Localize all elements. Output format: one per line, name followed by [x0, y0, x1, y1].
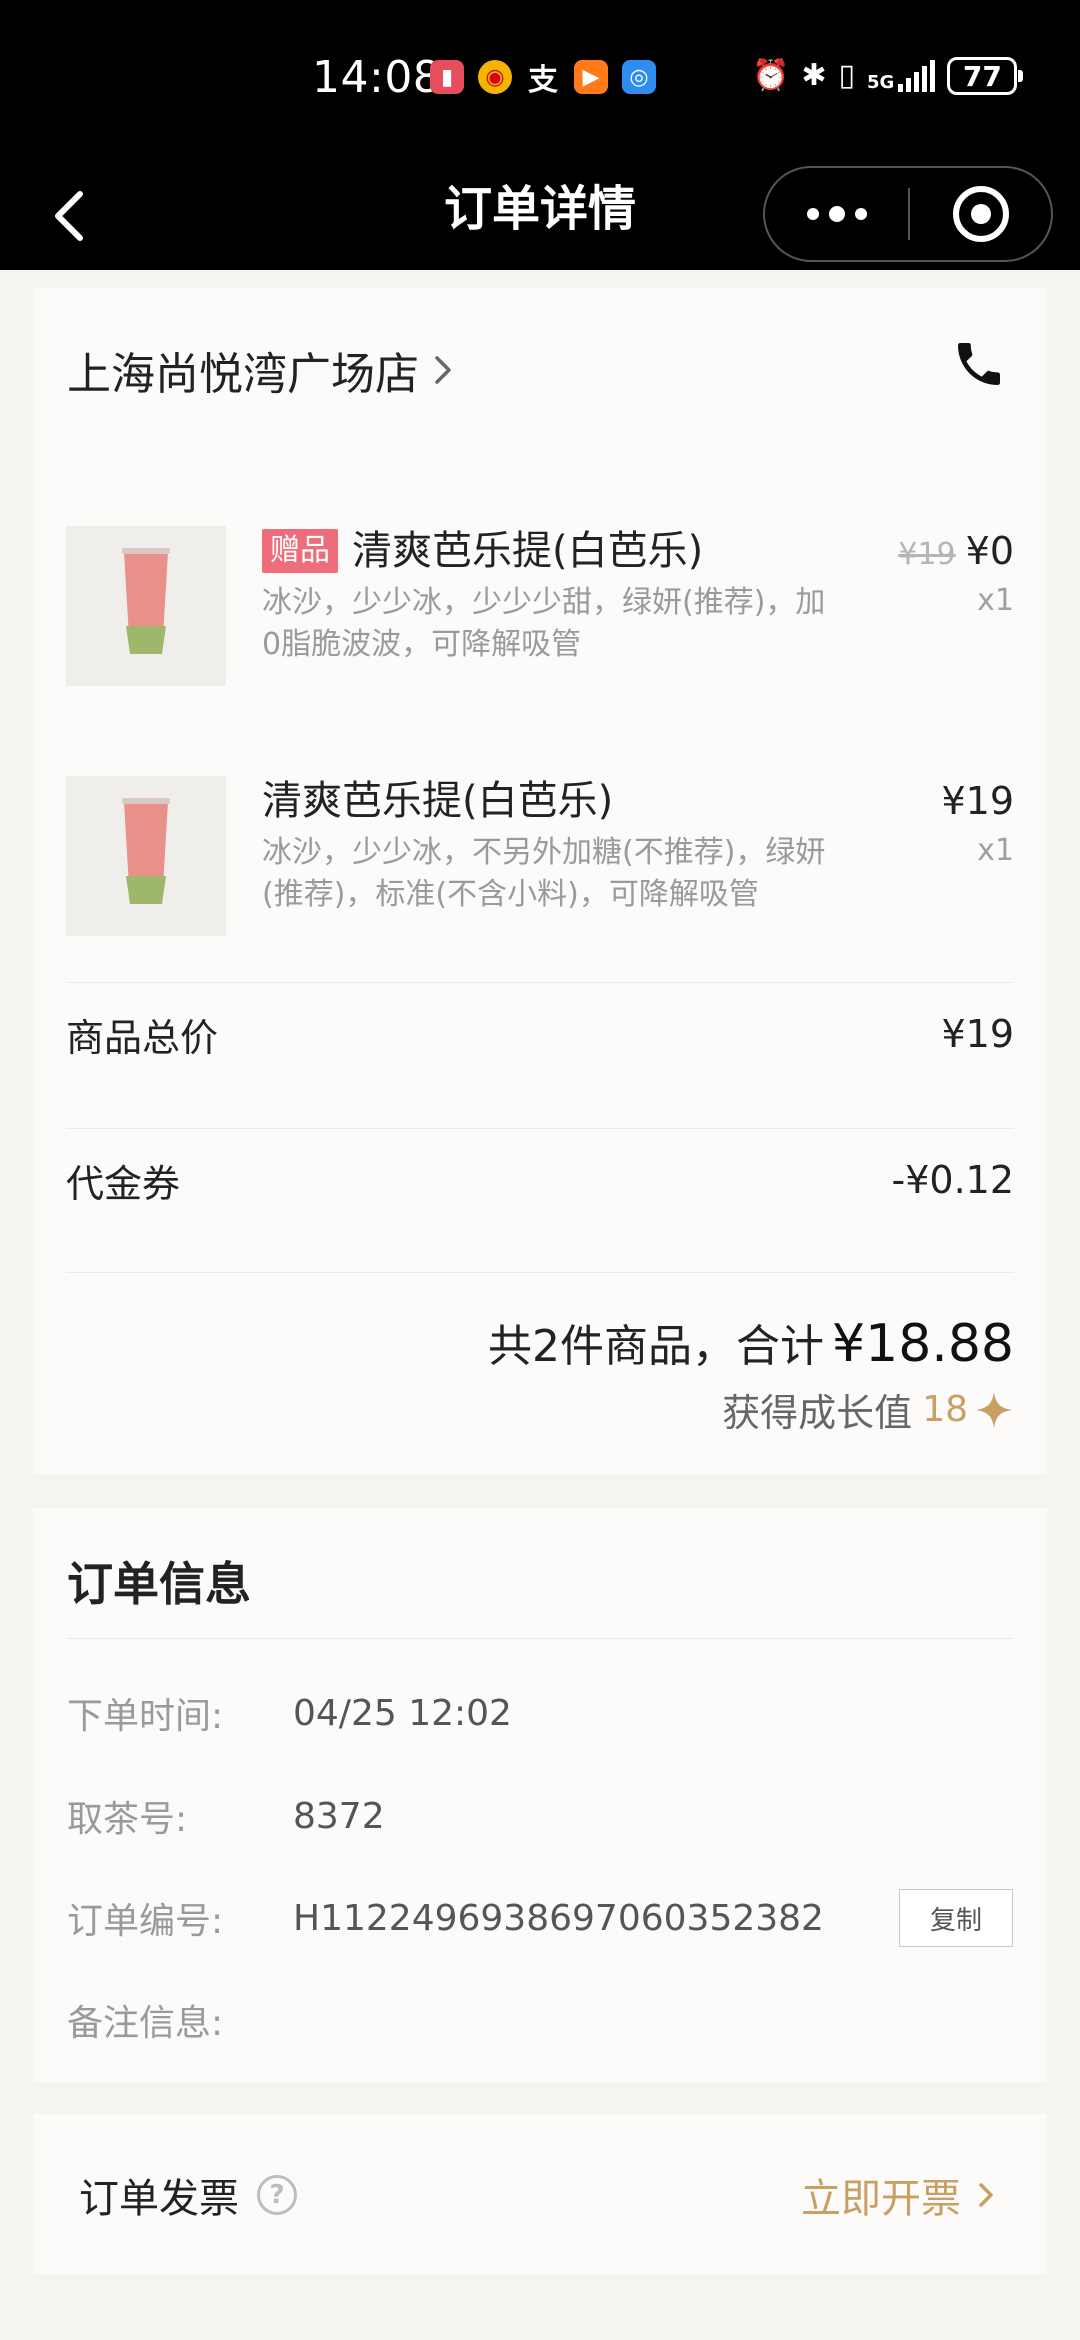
item-info: 清爽芭乐提(白芭乐) 冰沙，少少冰，不另外加糖(不推荐)，绿妍(推荐)，标准(不…: [262, 776, 842, 916]
total-amount: ¥18.88: [832, 1314, 1014, 1374]
divider: [66, 982, 1014, 983]
video-app-icon: ▶: [574, 60, 608, 94]
battery-indicator: 77: [947, 57, 1024, 95]
order-total: 共2件商品，合计 ¥18.88: [488, 1310, 1014, 1374]
browser-icon: ◎: [622, 60, 656, 94]
product-image: [66, 526, 226, 686]
copy-button[interactable]: 复制: [899, 1889, 1013, 1947]
issue-invoice-label: 立即开票: [801, 2176, 961, 2222]
order-time-label: 下单时间:: [67, 1696, 224, 1737]
note-row: 备注信息:: [67, 1990, 1013, 2050]
vibrate-icon: ▯: [838, 58, 856, 93]
divider: [66, 1128, 1014, 1129]
item-price: ¥0: [965, 529, 1014, 573]
original-price: ¥19: [898, 537, 956, 572]
order-card: 上海尚悦湾广场店 赠品 清爽芭乐提(白芭乐) 冰沙，少少冰，少少少甜，绿妍(推荐…: [33, 288, 1047, 1474]
miniprogram-capsule: [763, 166, 1053, 262]
order-time-row: 下单时间: 04/25 12:02: [67, 1683, 1013, 1743]
item-options: 冰沙，少少冰，少少少甜，绿妍(推荐)，加0脂脆波波，可降解吸管: [262, 585, 826, 662]
weibo-icon: ◉: [478, 60, 512, 94]
item-name: 清爽芭乐提(白芭乐): [262, 778, 614, 824]
item-options: 冰沙，少少冰，不另外加糖(不推荐)，绿妍(推荐)，标准(不含小料)，可降解吸管: [262, 835, 826, 912]
notification-icons: ▮ ◉ 支 ▶ ◎: [430, 60, 656, 98]
divider: [67, 1638, 1013, 1639]
close-miniprogram-button[interactable]: [910, 168, 1051, 260]
status-bar: 14:08 ▮ ◉ 支 ▶ ◎ ⏰ ✱ ▯ 5G 77: [0, 0, 1080, 160]
order-info-title: 订单信息: [67, 1557, 251, 1611]
goods-total-row: 商品总价 ¥19: [66, 986, 1014, 1082]
drink-cup-image: [122, 548, 170, 654]
pickup-number-row: 取茶号: 8372: [67, 1786, 1013, 1846]
order-number-label: 订单编号:: [67, 1901, 224, 1942]
invoice-card: 订单发票 ? 立即开票: [33, 2114, 1047, 2274]
list-item: 赠品 清爽芭乐提(白芭乐) 冰沙，少少冰，少少少甜，绿妍(推荐)，加0脂脆波波，…: [66, 526, 1014, 696]
coupon-label: 代金券: [66, 1161, 181, 1206]
pickup-number-value: 8372: [293, 1795, 385, 1837]
coupon-row: 代金券 -¥0.12: [66, 1132, 1014, 1228]
total-text: 共2件商品，合计: [488, 1321, 825, 1372]
item-quantity: x1: [977, 583, 1014, 618]
item-name: 清爽芭乐提(白芭乐): [352, 528, 704, 574]
item-quantity: x1: [977, 833, 1014, 868]
order-time-value: 04/25 12:02: [293, 1692, 512, 1734]
goods-total-value: ¥19: [941, 1012, 1014, 1056]
growth-points: 获得成长值 18: [722, 1382, 1014, 1437]
call-store-button[interactable]: [951, 336, 1007, 392]
invoice-label-group: 订单发票 ?: [79, 2166, 297, 2224]
alarm-icon: ⏰: [752, 58, 790, 93]
sparkle-icon: [976, 1391, 1012, 1428]
store-name: 上海尚悦湾广场店: [67, 349, 419, 400]
list-item: 清爽芭乐提(白芭乐) 冰沙，少少冰，不另外加糖(不推荐)，绿妍(推荐)，标准(不…: [66, 776, 1014, 946]
target-icon: [952, 186, 1009, 242]
status-time: 14:08: [312, 52, 442, 103]
gift-badge: 赠品: [262, 529, 338, 573]
network-label: 5G: [867, 72, 895, 93]
coupon-value: -¥0.12: [891, 1158, 1015, 1202]
alipay-icon: 支: [528, 63, 558, 98]
item-price: ¥19: [941, 779, 1014, 823]
order-info-card: 订单信息 下单时间: 04/25 12:02 取茶号: 8372 订单编号: H…: [33, 1508, 1047, 2082]
phone-icon: [958, 343, 1000, 385]
invoice-label: 订单发票: [79, 2176, 239, 2222]
goods-total-label: 商品总价: [66, 1015, 219, 1060]
growth-value: 18: [922, 1389, 968, 1430]
more-button[interactable]: [765, 168, 908, 260]
bluetooth-icon: ✱: [801, 58, 827, 93]
system-icons: ⏰ ✱ ▯ 5G 77: [752, 56, 1024, 96]
order-number-row: 订单编号: H1122496938697060352382 复制: [67, 1888, 1013, 1948]
pickup-number-label: 取茶号:: [67, 1799, 188, 1840]
growth-label: 获得成长值: [722, 1391, 913, 1435]
note-label: 备注信息:: [67, 2003, 224, 2044]
issue-invoice-button[interactable]: 立即开票: [801, 2166, 1001, 2224]
nav-bar: 订单详情: [0, 160, 1080, 270]
item-info: 赠品 清爽芭乐提(白芭乐) 冰沙，少少冰，少少少甜，绿妍(推荐)，加0脂脆波波，…: [262, 526, 842, 666]
signal-5g-icon: 5G: [867, 60, 936, 93]
help-icon[interactable]: ?: [257, 2175, 297, 2215]
product-image: [66, 776, 226, 936]
book-app-icon: ▮: [430, 60, 464, 94]
item-price-box: ¥19 x1: [941, 776, 1014, 874]
divider: [66, 1272, 1014, 1273]
item-price-box: ¥19 ¥0 x1: [898, 526, 1014, 624]
chevron-right-icon: [979, 2183, 993, 2207]
chevron-right-icon: [435, 356, 451, 384]
store-link[interactable]: 上海尚悦湾广场店: [67, 338, 455, 402]
order-number-value: H1122496938697060352382: [293, 1897, 824, 1939]
drink-cup-image: [122, 798, 170, 904]
